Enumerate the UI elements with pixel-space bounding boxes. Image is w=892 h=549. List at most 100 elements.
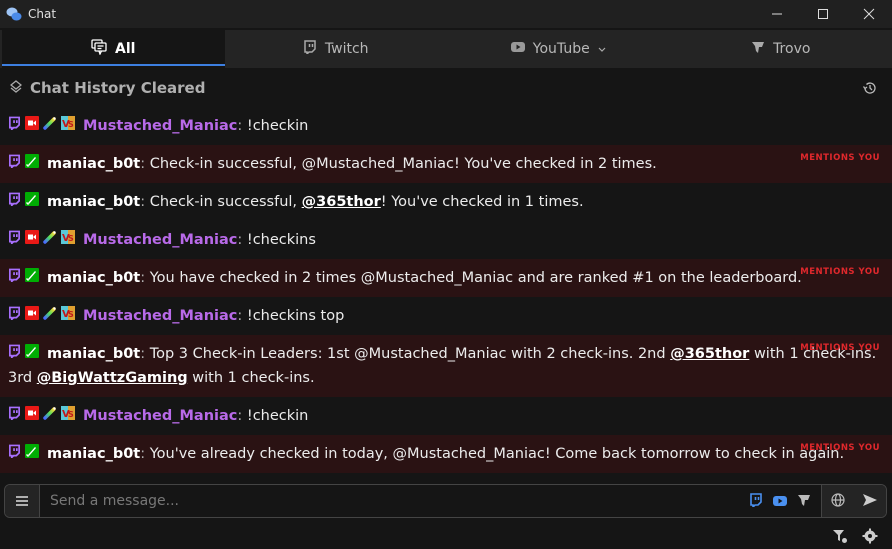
platform-tabs: All Twitch YouTube Trovo [0, 30, 892, 68]
svg-text:S: S [68, 410, 74, 419]
username-separator: : [237, 308, 247, 324]
maximize-button[interactable] [800, 0, 846, 28]
chat-message: MENTIONS YOU maniac_b0t: You've already c… [0, 435, 892, 473]
mentions-you-tag: MENTIONS YOU [800, 343, 880, 353]
twitch-icon [8, 266, 21, 290]
message-list: V S Mustached_Maniac: !checkin MENTIONS YOU… [0, 107, 892, 473]
username-separator: : [140, 270, 150, 286]
tab-label: Trovo [773, 41, 811, 57]
tab-label: All [115, 41, 136, 57]
window-title: Chat [28, 7, 57, 21]
youtube-icon[interactable] [773, 492, 787, 511]
username-separator: : [140, 446, 150, 462]
twitch-icon [8, 404, 21, 428]
trovo-icon [751, 40, 765, 58]
username[interactable]: Mustached_Maniac [83, 308, 237, 324]
globe-icon[interactable] [830, 492, 845, 511]
moderator-badge-icon [25, 190, 39, 214]
twitch-icon [8, 114, 21, 138]
mentions-you-tag: MENTIONS YOU [800, 267, 880, 277]
tab-trovo[interactable]: Trovo [670, 30, 892, 68]
twitch-icon[interactable] [749, 492, 763, 511]
username[interactable]: Mustached_Maniac [83, 408, 237, 424]
username-separator: : [237, 232, 247, 248]
moderator-badge-icon [25, 266, 39, 290]
title-bar: Chat [0, 0, 892, 28]
broadcaster-badge-icon [25, 114, 39, 138]
vs-badge-icon: VS [61, 228, 75, 252]
twitch-icon [8, 304, 21, 328]
broadcaster-badge-icon [25, 404, 39, 428]
gear-icon[interactable] [862, 528, 878, 548]
message-text: !checkins [246, 232, 316, 248]
message-input[interactable] [40, 485, 749, 517]
moderator-badge-icon [25, 342, 39, 366]
send-icon[interactable] [862, 492, 878, 511]
twitch-icon [8, 190, 21, 214]
layers-icon [9, 79, 23, 98]
filter-settings-icon[interactable] [832, 528, 848, 548]
svg-text:S: S [68, 234, 74, 243]
rainbow-badge-icon [43, 228, 57, 252]
chat-message: maniac_b0t: Check-in successful, @365tho… [0, 183, 892, 221]
chat-message: MENTIONS YOU maniac_b0t: You have checked… [0, 259, 892, 297]
twitch-icon [8, 152, 21, 176]
tab-all[interactable]: All [2, 30, 225, 68]
message-text: with 1 check-ins. [187, 370, 315, 386]
username[interactable]: maniac_b0t [47, 346, 140, 362]
vs-badge-icon: VS [61, 114, 75, 138]
chat-message: V S Mustached_Maniac: !checkins top [0, 297, 892, 335]
message-text: Top 3 Check-in Leaders: 1st @Mustached_M… [149, 346, 671, 362]
message-text: !checkins top [246, 308, 345, 324]
chat-message: MENTIONS YOU maniac_b0t: Check-in success… [0, 145, 892, 183]
twitch-icon [303, 40, 317, 58]
hamburger-icon [15, 492, 29, 511]
message-text: Check-in successful, [149, 194, 302, 210]
user-mention-link[interactable]: @BigWattzGaming [37, 370, 188, 386]
chat-message: V S Mustached_Maniac: !checkin [0, 107, 892, 145]
mentions-you-tag: MENTIONS YOU [800, 153, 880, 163]
tab-youtube[interactable]: YouTube [447, 30, 670, 68]
minimize-button[interactable] [754, 0, 800, 28]
tab-twitch[interactable]: Twitch [225, 30, 448, 68]
svg-text:S: S [68, 120, 74, 129]
chat-app-icon [6, 6, 22, 22]
chat-message: V S Mustached_Maniac: !checkins [0, 221, 892, 259]
vs-badge-icon: VS [61, 304, 75, 328]
message-text: Check-in successful, @Mustached_Maniac! … [149, 156, 657, 172]
youtube-icon [510, 41, 525, 57]
username-separator: : [140, 346, 150, 362]
username[interactable]: Mustached_Maniac [83, 118, 237, 134]
tab-label: YouTube [532, 41, 590, 57]
username-separator: : [140, 194, 150, 210]
message-text: You have checked in 2 times @Mustached_M… [149, 270, 802, 286]
trovo-icon[interactable] [797, 492, 811, 511]
user-mention-link[interactable]: @365thor [302, 194, 381, 210]
user-mention-link[interactable]: @365thor [670, 346, 749, 362]
username[interactable]: Mustached_Maniac [83, 232, 237, 248]
twitch-icon [8, 442, 21, 466]
chevron-down-icon[interactable] [598, 41, 606, 57]
username[interactable]: maniac_b0t [47, 270, 140, 286]
close-button[interactable] [846, 0, 892, 28]
message-text: !checkin [246, 408, 309, 424]
message-text: ! You've checked in 1 times. [380, 194, 584, 210]
moderator-badge-icon [25, 152, 39, 176]
rainbow-badge-icon [43, 114, 57, 138]
history-restore-icon[interactable] [862, 80, 878, 100]
rainbow-badge-icon [43, 304, 57, 328]
menu-button[interactable] [5, 485, 40, 517]
broadcaster-badge-icon [25, 304, 39, 328]
username[interactable]: maniac_b0t [47, 156, 140, 172]
username-separator: : [140, 156, 150, 172]
username[interactable]: maniac_b0t [47, 446, 140, 462]
twitch-icon [8, 342, 21, 366]
vs-badge-icon: VS [61, 404, 75, 428]
mentions-you-tag: MENTIONS YOU [800, 443, 880, 453]
username-separator: : [237, 118, 247, 134]
username[interactable]: maniac_b0t [47, 194, 140, 210]
history-banner: Chat History Cleared [0, 70, 892, 106]
broadcaster-badge-icon [25, 228, 39, 252]
username-separator: : [237, 408, 247, 424]
twitch-icon [8, 228, 21, 252]
